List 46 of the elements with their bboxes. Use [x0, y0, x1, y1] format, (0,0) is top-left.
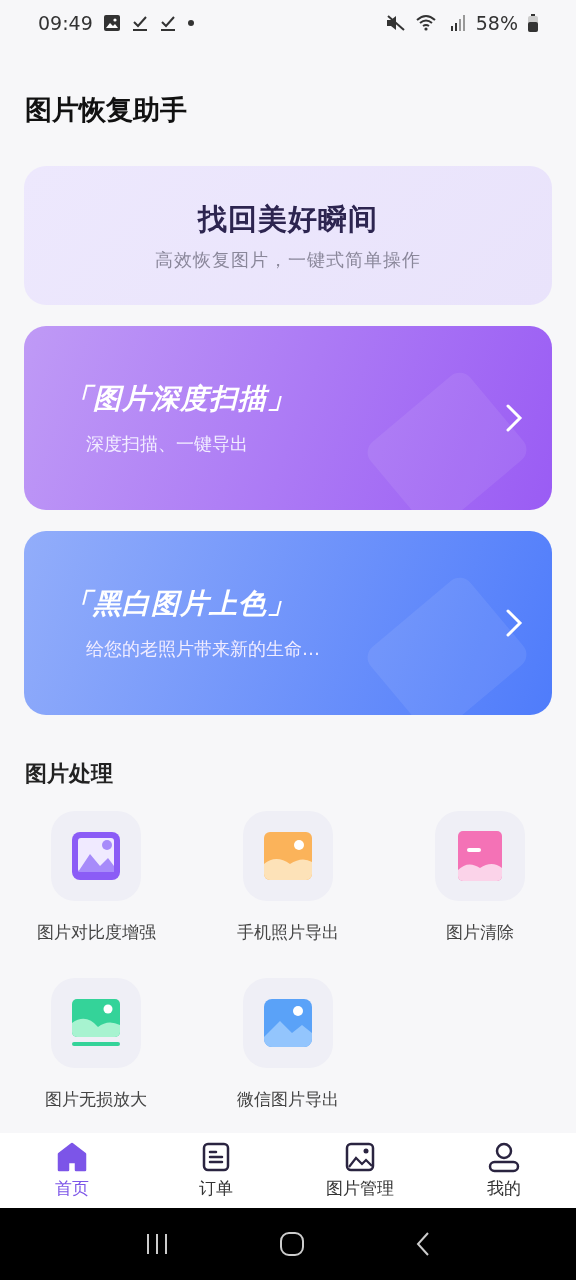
- tab-label: 我的: [487, 1177, 521, 1200]
- tool-button[interactable]: [243, 978, 333, 1068]
- card-title: 「黑白图片上色」: [64, 586, 297, 622]
- page-title: 图片恢复助手: [25, 93, 187, 127]
- section-title: 图片处理: [25, 760, 113, 788]
- recent-apps-icon[interactable]: [145, 1233, 169, 1255]
- tool-label: 手机照片导出: [237, 921, 339, 944]
- dot-icon: [186, 19, 195, 27]
- banner-subtitle: 高效恢复图片，一键式简单操作: [155, 247, 421, 272]
- nav-tab[interactable]: 首页: [0, 1133, 144, 1208]
- mute-icon: [385, 14, 406, 32]
- chevron-right-icon: [504, 403, 524, 433]
- image-icon: [70, 830, 122, 882]
- image-icon: [262, 997, 314, 1049]
- nav-tab[interactable]: 订单: [144, 1133, 288, 1208]
- banner-headline: 找回美好瞬间: [198, 200, 378, 238]
- home-button-icon[interactable]: [279, 1231, 305, 1257]
- tool-label: 图片对比度增强: [36, 921, 156, 944]
- check-icon: [130, 14, 149, 32]
- nav-tab[interactable]: 图片管理: [288, 1133, 432, 1208]
- battery-percent: 58%: [475, 12, 518, 34]
- chevron-right-icon: [504, 608, 524, 638]
- check-icon: [158, 14, 177, 32]
- tool-button[interactable]: [51, 811, 141, 901]
- card-subtitle: 深度扫描、一键导出: [85, 432, 249, 456]
- tool-label: 图片清除: [446, 921, 514, 944]
- image-icon: [262, 830, 314, 882]
- nav-tab[interactable]: 我的: [432, 1133, 576, 1208]
- signal-icon: [449, 14, 466, 32]
- tool-button[interactable]: [435, 811, 525, 901]
- back-icon[interactable]: [415, 1231, 431, 1257]
- tool-label: 微信图片导出: [237, 1088, 339, 1111]
- image-icon: [70, 997, 122, 1049]
- tab-label: 图片管理: [326, 1177, 394, 1200]
- battery-icon: [528, 14, 538, 32]
- card-title: 「图片深度扫描」: [64, 381, 297, 417]
- tool-label: 图片无损放大: [45, 1088, 147, 1111]
- tab-label: 首页: [55, 1177, 89, 1200]
- person-icon: [487, 1141, 521, 1173]
- image-icon: [102, 14, 121, 32]
- tab-label: 订单: [199, 1177, 233, 1200]
- home-icon: [56, 1141, 88, 1173]
- document-icon: [200, 1141, 232, 1173]
- image-icon: [344, 1141, 376, 1173]
- card-subtitle: 给您的老照片带来新的生命…: [85, 637, 321, 661]
- status-time: 09:49: [38, 12, 93, 34]
